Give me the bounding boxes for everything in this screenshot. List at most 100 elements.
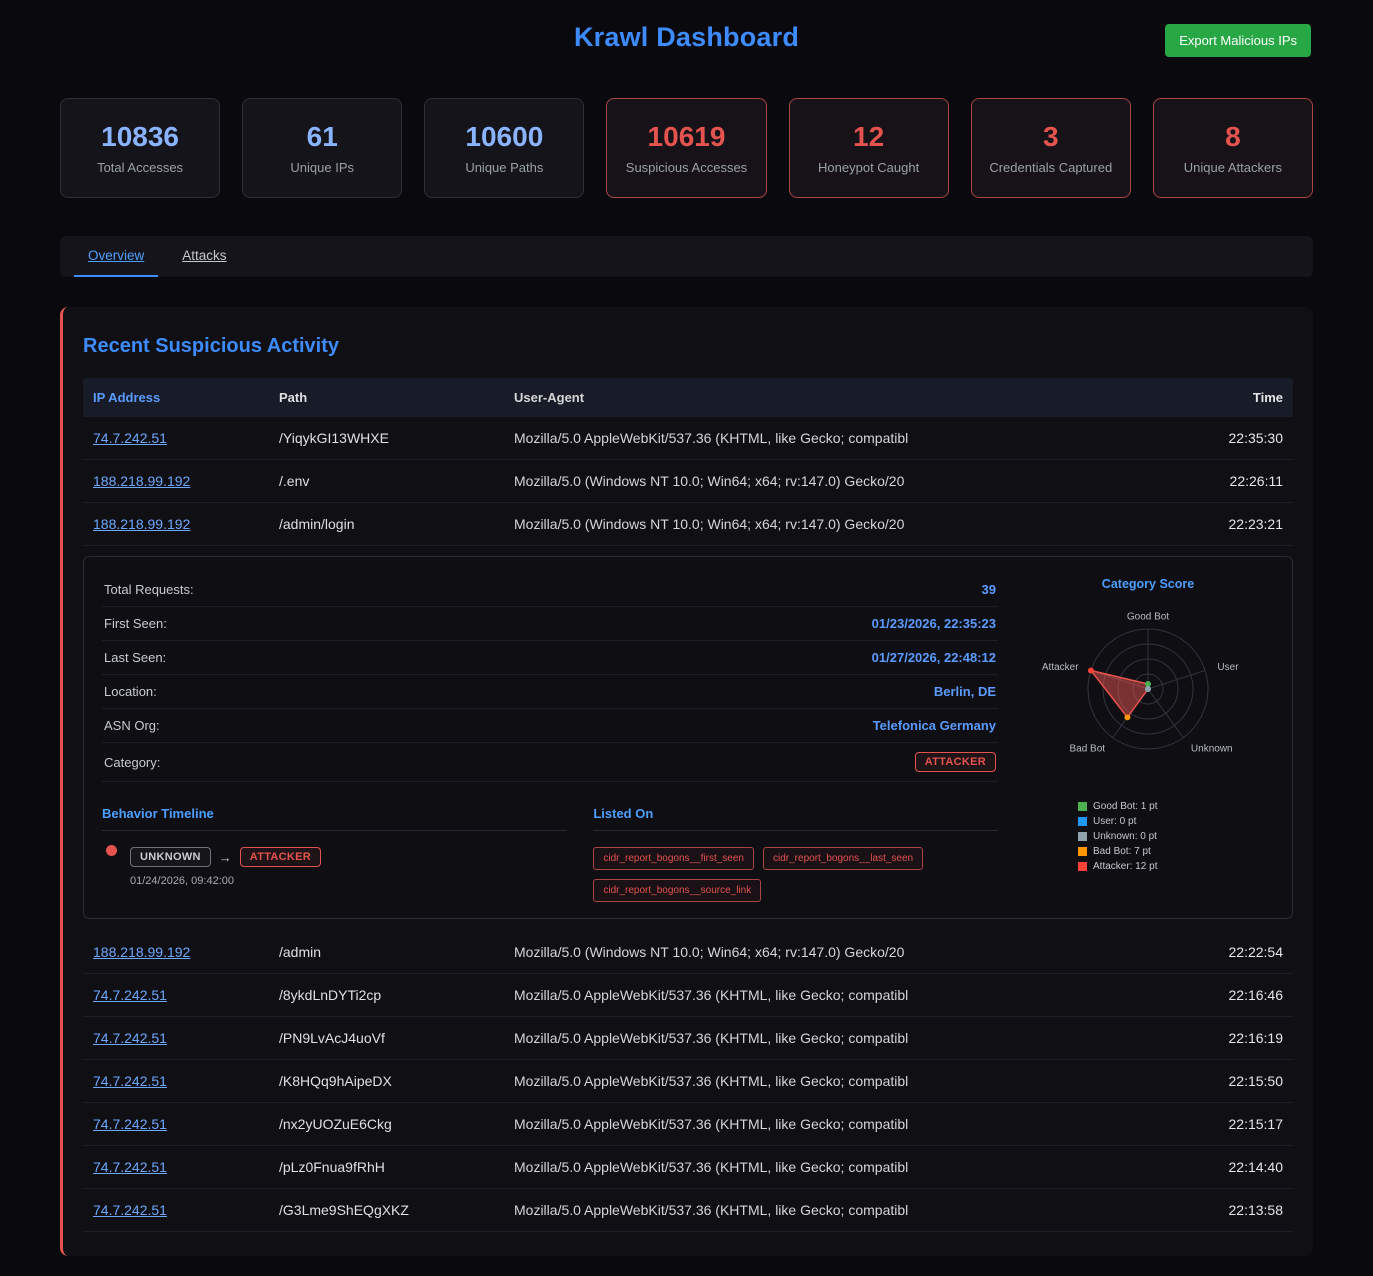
page-title: Krawl Dashboard [60, 22, 1313, 53]
stat-value: 61 [307, 121, 338, 153]
table-row[interactable]: 74.7.242.51/YiqykGI13WHXEMozilla/5.0 App… [83, 417, 1293, 460]
table-row[interactable]: 188.218.99.192/admin/loginMozilla/5.0 (W… [83, 503, 1293, 546]
legend-swatch-icon [1078, 802, 1087, 811]
legend-label: Good Bot: 1 pt [1093, 801, 1158, 812]
legend-swatch-icon [1078, 817, 1087, 826]
time-cell: 22:16:46 [1173, 987, 1283, 1003]
blocklist-badge[interactable]: cidr_report_bogons__last_seen [763, 847, 923, 870]
time-cell: 22:35:30 [1173, 430, 1283, 446]
ip-link[interactable]: 74.7.242.51 [93, 1202, 167, 1218]
chart-legend: Good Bot: 1 pt User: 0 pt Unknown: 0 pt Bad… [1078, 797, 1158, 876]
ip-detail-fields: Total Requests: 39 First Seen: 01/23/202… [102, 573, 998, 902]
field-value: 01/23/2026, 22:35:23 [872, 616, 996, 631]
table-row[interactable]: 188.218.99.192/adminMozilla/5.0 (Windows… [83, 931, 1293, 974]
panel-title: Recent Suspicious Activity [83, 335, 1293, 358]
path-cell: /admin/login [279, 516, 514, 532]
stat-label: Honeypot Caught [818, 160, 919, 175]
svg-text:Bad Bot: Bad Bot [1069, 744, 1105, 755]
ip-link[interactable]: 188.218.99.192 [93, 516, 190, 532]
ip-link[interactable]: 188.218.99.192 [93, 944, 190, 960]
field-total-requests: Total Requests: 39 [102, 573, 998, 607]
ip-link[interactable]: 74.7.242.51 [93, 430, 167, 446]
radar-chart: Good BotUserUnknownBad BotAttacker [1028, 593, 1268, 789]
table-row[interactable]: 74.7.242.51/PN9LvAcJ4uoVfMozilla/5.0 App… [83, 1017, 1293, 1060]
tab-overview[interactable]: Overview [74, 236, 158, 277]
field-last-seen: Last Seen: 01/27/2026, 22:48:12 [102, 641, 998, 675]
ip-link[interactable]: 74.7.242.51 [93, 1116, 167, 1132]
field-value: 39 [982, 582, 996, 597]
ip-link[interactable]: 74.7.242.51 [93, 1030, 167, 1046]
user-agent-cell: Mozilla/5.0 AppleWebKit/537.36 (KHTML, l… [514, 1030, 1173, 1046]
stat-label: Suspicious Accesses [626, 160, 747, 175]
field-label: Category: [104, 755, 160, 770]
table-row[interactable]: 74.7.242.51/nx2yUOZuE6CkgMozilla/5.0 App… [83, 1103, 1293, 1146]
path-cell: /PN9LvAcJ4uoVf [279, 1030, 514, 1046]
legend-item: Good Bot: 1 pt [1078, 801, 1158, 812]
chart-title: Category Score [1102, 577, 1194, 591]
time-cell: 22:15:17 [1173, 1116, 1283, 1132]
time-cell: 22:22:54 [1173, 944, 1283, 960]
category-attacker-badge: ATTACKER [915, 752, 996, 772]
timeline-from-badge: UNKNOWN [130, 847, 211, 867]
stat-label: Credentials Captured [989, 160, 1112, 175]
field-label: Last Seen: [104, 650, 166, 665]
timeline-transition: UNKNOWN → ATTACKER [130, 847, 567, 867]
table-row[interactable]: 74.7.242.51/G3Lme9ShEQgXKZMozilla/5.0 Ap… [83, 1189, 1293, 1232]
field-label: Total Requests: [104, 582, 194, 597]
column-header-time: Time [1173, 390, 1283, 405]
field-location: Location: Berlin, DE [102, 675, 998, 709]
time-cell: 22:13:58 [1173, 1202, 1283, 1218]
table-row[interactable]: 188.218.99.192/.envMozilla/5.0 (Windows … [83, 460, 1293, 503]
ip-link[interactable]: 188.218.99.192 [93, 473, 190, 489]
legend-swatch-icon [1078, 847, 1087, 856]
ip-link[interactable]: 74.7.242.51 [93, 987, 167, 1003]
legend-item: Unknown: 0 pt [1078, 831, 1158, 842]
table-header-row: IP Address Path User-Agent Time [83, 378, 1293, 417]
stat-card-credentials-captured: 3 Credentials Captured [971, 98, 1131, 198]
time-cell: 22:16:19 [1173, 1030, 1283, 1046]
field-asn-org: ASN Org: Telefonica Germany [102, 709, 998, 743]
field-label: Location: [104, 684, 157, 699]
blocklist-badge[interactable]: cidr_report_bogons__first_seen [593, 847, 754, 870]
svg-text:Attacker: Attacker [1042, 662, 1079, 673]
ip-link[interactable]: 74.7.242.51 [93, 1073, 167, 1089]
time-cell: 22:14:40 [1173, 1159, 1283, 1175]
table-row[interactable]: 74.7.242.51/pLz0Fnua9fRhHMozilla/5.0 App… [83, 1146, 1293, 1189]
user-agent-cell: Mozilla/5.0 AppleWebKit/537.36 (KHTML, l… [514, 1202, 1173, 1218]
user-agent-cell: Mozilla/5.0 AppleWebKit/537.36 (KHTML, l… [514, 430, 1173, 446]
timeline-entry: UNKNOWN → ATTACKER 01/24/2026, 09:42:00 [102, 847, 567, 887]
legend-label: Unknown: 0 pt [1093, 831, 1157, 842]
export-malicious-ips-button[interactable]: Export Malicious IPs [1165, 24, 1311, 57]
legend-label: Bad Bot: 7 pt [1093, 846, 1151, 857]
listed-on-section: Listed On cidr_report_bogons__first_seen… [593, 806, 998, 902]
time-cell: 22:15:50 [1173, 1073, 1283, 1089]
tab-attacks[interactable]: Attacks [168, 236, 240, 277]
table-row[interactable]: 74.7.242.51/8ykdLnDYTi2cpMozilla/5.0 App… [83, 974, 1293, 1017]
field-category: Category: ATTACKER [102, 743, 998, 782]
blocklist-badge[interactable]: cidr_report_bogons__source_link [593, 879, 761, 902]
ip-detail-panel: Total Requests: 39 First Seen: 01/23/202… [83, 556, 1293, 919]
column-header-ip: IP Address [93, 390, 279, 405]
timeline-to-badge: ATTACKER [240, 847, 321, 867]
behavior-timeline-section: Behavior Timeline UNKNOWN → ATTACKER 01/… [102, 806, 567, 902]
stat-value: 12 [853, 121, 884, 153]
stat-card-honeypot-caught: 12 Honeypot Caught [789, 98, 949, 198]
recent-suspicious-activity-panel: Recent Suspicious Activity IP Address Pa… [60, 307, 1313, 1256]
time-cell: 22:26:11 [1173, 473, 1283, 489]
table-row[interactable]: 74.7.242.51/K8HQq9hAipeDXMozilla/5.0 App… [83, 1060, 1293, 1103]
stat-card-unique-paths: 10600 Unique Paths [424, 98, 584, 198]
column-header-user-agent: User-Agent [514, 390, 1173, 405]
legend-swatch-icon [1078, 862, 1087, 871]
ip-link[interactable]: 74.7.242.51 [93, 1159, 167, 1175]
column-header-path: Path [279, 390, 514, 405]
user-agent-cell: Mozilla/5.0 (Windows NT 10.0; Win64; x64… [514, 473, 1173, 489]
legend-item: Bad Bot: 7 pt [1078, 846, 1158, 857]
path-cell: /pLz0Fnua9fRhH [279, 1159, 514, 1175]
field-label: First Seen: [104, 616, 167, 631]
stat-label: Unique Paths [465, 160, 543, 175]
svg-text:Good Bot: Good Bot [1127, 612, 1169, 623]
listed-on-title: Listed On [593, 806, 998, 831]
legend-item: User: 0 pt [1078, 816, 1158, 827]
time-cell: 22:23:21 [1173, 516, 1283, 532]
stat-value: 10600 [465, 121, 543, 153]
